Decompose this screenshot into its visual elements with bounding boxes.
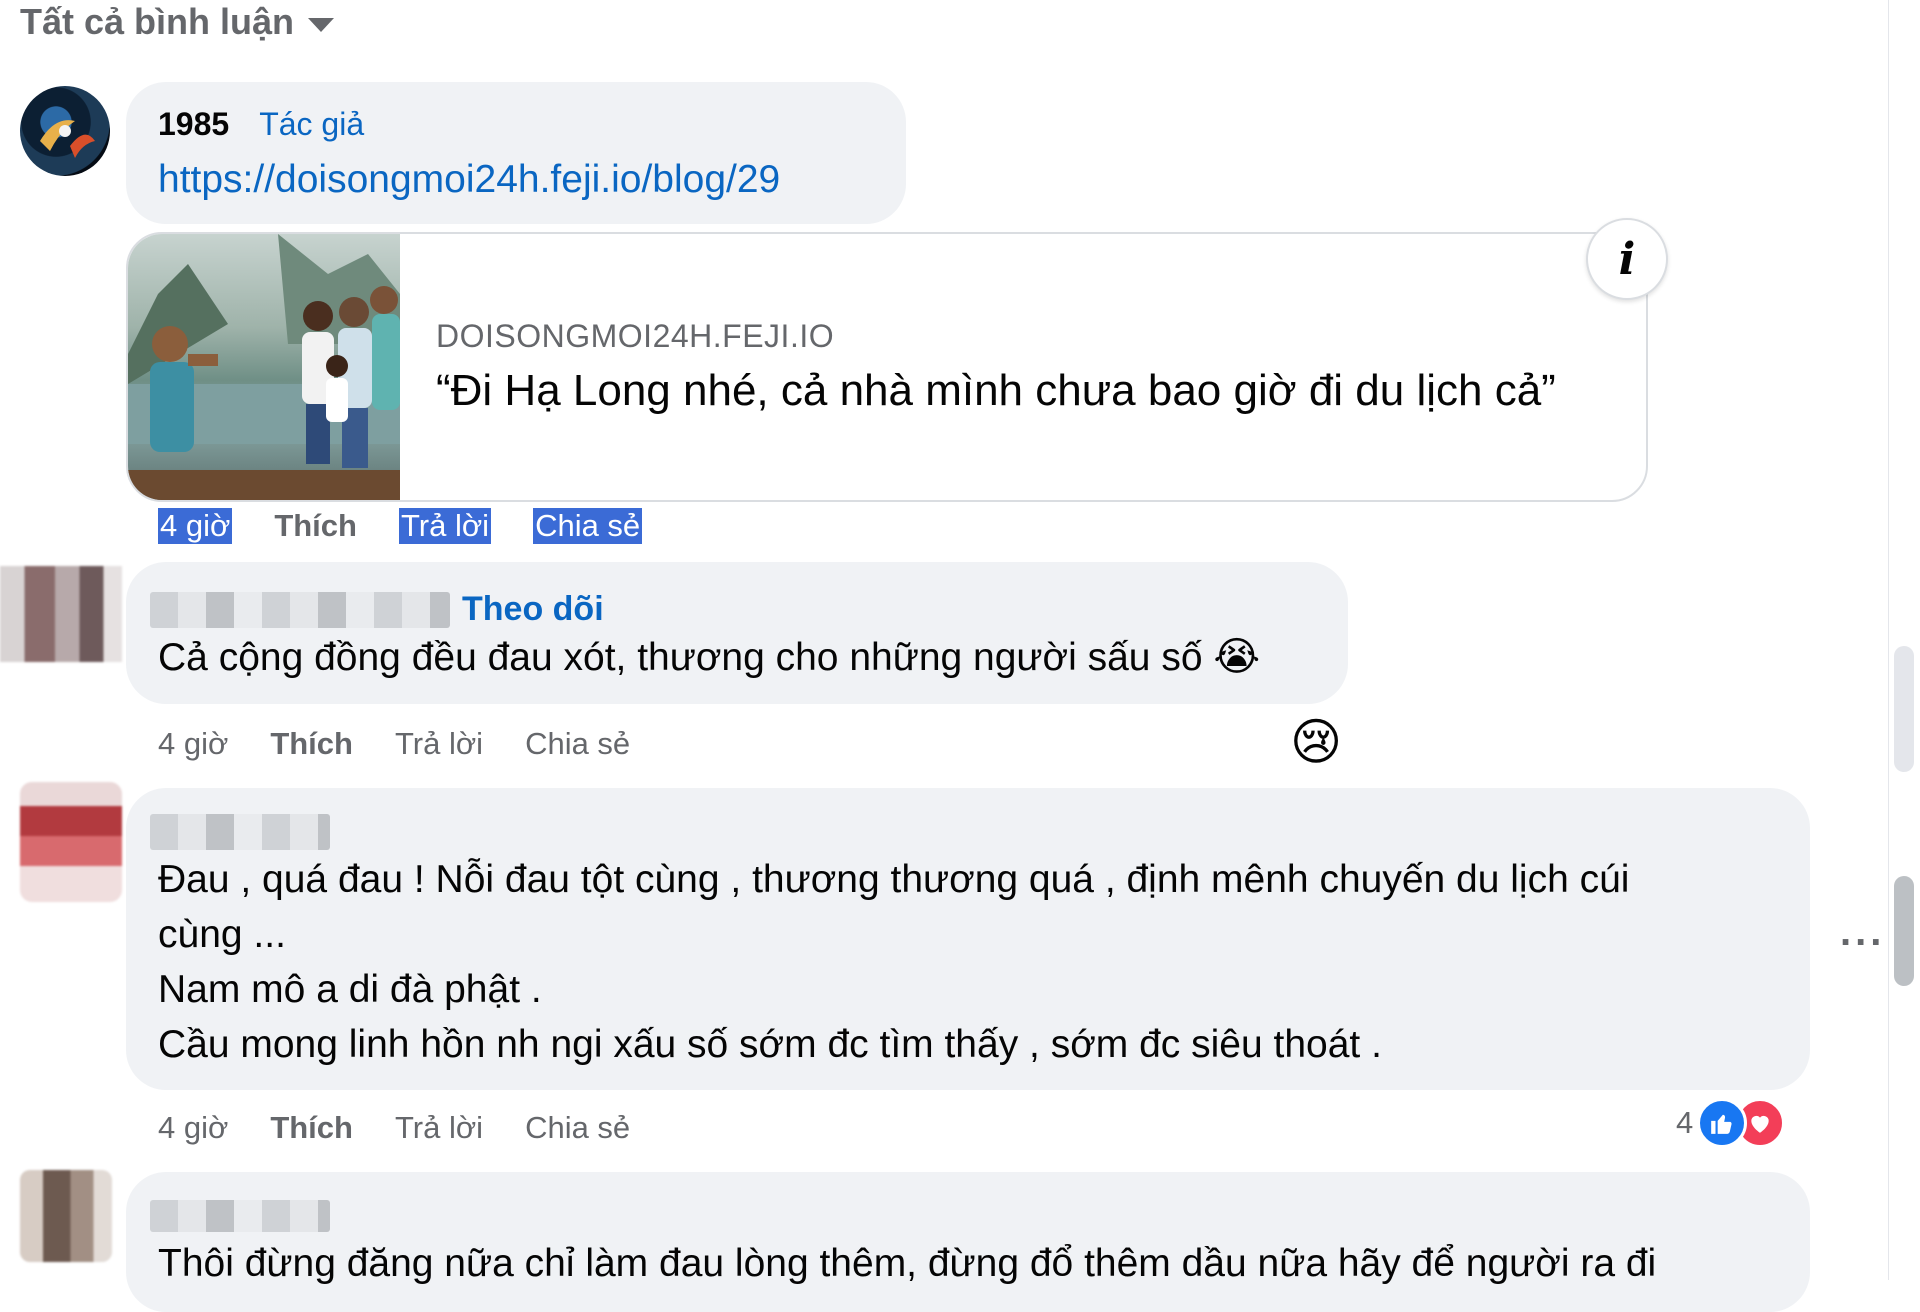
comment-line: Cầu mong linh hồn nh ngi xấu số sớm đc t… <box>158 1023 1382 1066</box>
comment-filter-dropdown[interactable]: Tất cả bình luận <box>20 0 335 44</box>
comment-text-body: Cả cộng đồng đều đau xót, thương cho nhữ… <box>158 636 1203 679</box>
reply-button[interactable]: Trả lời <box>398 508 492 544</box>
comment-actions: 4 giờ Thích Trả lời Chia sẻ <box>158 1110 630 1146</box>
info-icon[interactable]: i <box>1586 218 1668 300</box>
koi-art-icon <box>40 120 95 158</box>
blurred-author-name <box>150 814 330 850</box>
comment-line: Nam mô a di đà phật . <box>158 968 542 1011</box>
preview-title[interactable]: “Đi Hạ Long nhé, cả nhà mình chưa bao gi… <box>436 366 1556 416</box>
comment-timestamp[interactable]: 4 giờ <box>158 1110 228 1146</box>
reply-button[interactable]: Trả lời <box>395 1110 483 1146</box>
like-button[interactable]: Thích <box>270 726 353 762</box>
comment-text: Thôi đừng đăng nữa chỉ làm đau lòng thêm… <box>158 1242 1657 1285</box>
comment-actions: 4 giờ Thích Trả lời Chia sẻ <box>158 508 643 544</box>
like-button[interactable]: Thích <box>270 1110 353 1146</box>
blurred-author-name <box>150 592 450 628</box>
share-button[interactable]: Chia sẻ <box>525 726 630 762</box>
scrollbar-track-top <box>1888 0 1920 1280</box>
preview-domain: DOISONGMOI24H.FEJI.IO <box>436 318 835 354</box>
comment-text: Cả cộng đồng đều đau xót, thương cho nhữ… <box>158 630 1260 685</box>
comment-timestamp[interactable]: 4 giờ <box>158 726 228 762</box>
photo-image <box>128 234 400 500</box>
link-preview-card[interactable]: DOISONGMOI24H.FEJI.IO “Đi Hạ Long nhé, c… <box>126 232 1648 502</box>
author-badge: Tác giả <box>259 106 365 142</box>
preview-thumbnail <box>128 234 400 500</box>
reaction-summary[interactable]: 4 <box>1676 1098 1786 1148</box>
crying-emoji-icon: 😭 <box>1213 635 1261 679</box>
comment-text: Đau , quá đau ! Nỗi đau tột cùng , thươn… <box>158 852 1778 1072</box>
comment-link[interactable]: https://doisongmoi24h.feji.io/blog/29 <box>158 158 780 202</box>
comment-author[interactable]: 1985 <box>158 106 229 143</box>
comment-line: Đau , quá đau ! Nỗi đau tột cùng , thươn… <box>158 858 1630 901</box>
scrollbar-thumb[interactable] <box>1894 876 1914 986</box>
caret-down-icon <box>308 18 335 32</box>
more-options-button[interactable]: ... <box>1840 910 1885 955</box>
sad-reaction-icon[interactable]: 😢 <box>1290 714 1342 770</box>
comment-actions: 4 giờ Thích Trả lời Chia sẻ <box>158 726 630 762</box>
like-reaction-icon <box>1697 1098 1748 1148</box>
share-button[interactable]: Chia sẻ <box>533 508 643 544</box>
reply-button[interactable]: Trả lời <box>395 726 483 762</box>
comment-timestamp[interactable]: 4 giờ <box>158 508 233 544</box>
reaction-count: 4 <box>1676 1105 1694 1140</box>
comment-bubble <box>126 82 906 224</box>
avatar[interactable] <box>20 1170 112 1262</box>
avatar[interactable] <box>20 86 110 176</box>
blurred-author-name <box>150 1200 330 1232</box>
scrollbar-thumb[interactable] <box>1894 646 1914 772</box>
avatar[interactable] <box>20 782 122 902</box>
like-button[interactable]: Thích <box>274 508 357 544</box>
comment-line: cùng ... <box>158 913 286 956</box>
follow-button[interactable]: Theo dõi <box>462 590 604 629</box>
avatar[interactable] <box>0 566 122 662</box>
comment-filter-label: Tất cả bình luận <box>20 1 295 42</box>
share-button[interactable]: Chia sẻ <box>525 1110 630 1146</box>
